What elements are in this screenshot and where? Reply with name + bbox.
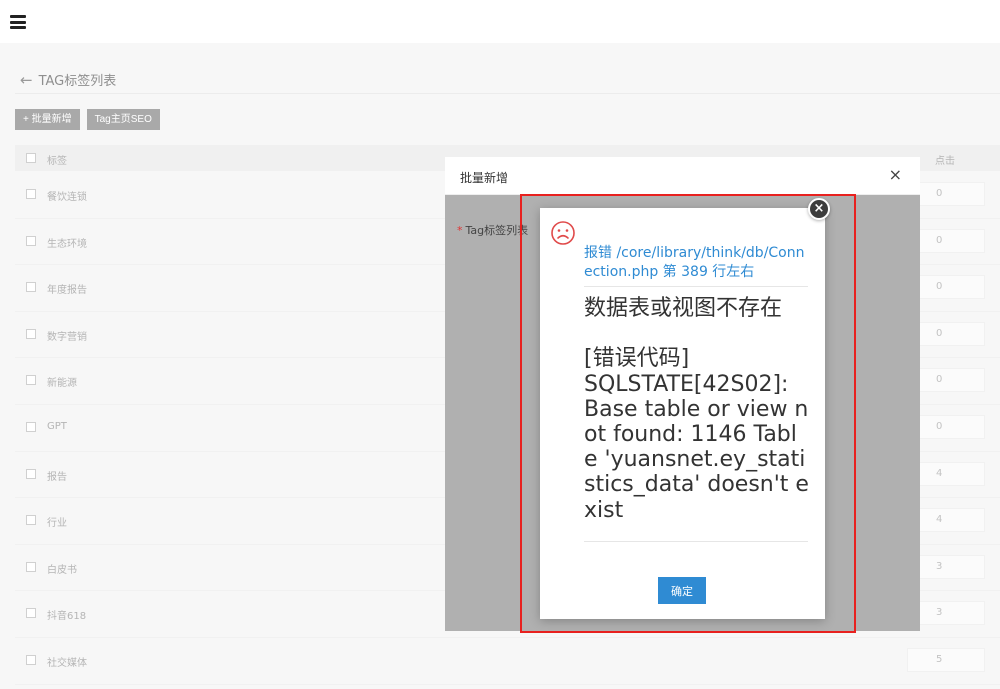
row-checkbox[interactable] — [26, 655, 36, 665]
tag-name: GPT — [47, 421, 67, 432]
error-location: 报错 /core/library/think/db/Connection.php… — [584, 245, 805, 280]
error-message: 数据表或视图不存在 [错误代码] SQLSTATE[42S02]: Base t… — [584, 296, 809, 523]
top-bar — [0, 0, 1000, 43]
sad-face-icon — [551, 221, 575, 245]
table-row: 社交媒体 5 — [15, 638, 1000, 685]
tag-name: 白皮书 — [47, 564, 77, 576]
row-checkbox[interactable] — [26, 561, 36, 572]
page-title: TAG标签列表 — [38, 74, 117, 89]
tag-name: 报告 — [47, 471, 67, 483]
dialog-header: 批量新增 — [445, 157, 920, 195]
row-checkbox[interactable] — [26, 235, 36, 246]
tag-name: 生态环境 — [47, 238, 87, 250]
tag-name: 年度报告 — [47, 285, 87, 297]
select-all-checkbox[interactable] — [26, 153, 36, 163]
column-header-clicks: 点击 — [935, 156, 955, 167]
tag-list-field-label: * Tag标签列表 — [457, 222, 528, 238]
hamburger-menu-icon[interactable] — [10, 15, 26, 29]
row-checkbox[interactable] — [26, 328, 36, 339]
row-checkbox[interactable] — [26, 282, 36, 293]
tag-name: 数字营销 — [47, 331, 87, 343]
row-checkbox[interactable] — [26, 468, 36, 479]
tag-name: 社交媒体 — [47, 658, 87, 669]
required-mark: * — [457, 224, 463, 237]
batch-add-button[interactable]: + 批量新增 — [15, 109, 80, 130]
row-checkbox[interactable] — [26, 375, 36, 386]
row-checkbox[interactable] — [26, 422, 36, 432]
tag-name: 抖音618 — [47, 611, 87, 623]
tag-name: 新能源 — [47, 378, 77, 390]
row-checkbox[interactable] — [26, 189, 36, 199]
page-header: ← TAG标签列表 — [20, 70, 117, 90]
clicks-input[interactable]: 5 — [907, 648, 985, 672]
toolbar: + 批量新增 Tag主页SEO — [15, 109, 160, 130]
tag-name: 行业 — [47, 518, 67, 530]
alert-divider-bottom — [584, 541, 808, 542]
row-checkbox[interactable] — [26, 515, 36, 526]
confirm-button[interactable]: 确定 — [658, 577, 706, 604]
tag-seo-button[interactable]: Tag主页SEO — [86, 109, 160, 130]
dialog-title: 批量新增 — [460, 171, 509, 185]
dialog-close-icon[interactable]: × — [889, 165, 902, 184]
field-label-text: Tag标签列表 — [465, 224, 529, 237]
alert-close-icon[interactable]: × — [808, 198, 830, 220]
arrow-left-icon[interactable]: ← — [20, 71, 33, 89]
error-alert: 报错 /core/library/think/db/Connection.php… — [540, 208, 825, 619]
row-checkbox[interactable] — [26, 608, 36, 619]
alert-divider-top — [584, 286, 808, 287]
tag-name: 餐饮连锁 — [47, 192, 87, 203]
column-header-tag: 标签 — [47, 156, 67, 167]
header-divider — [15, 93, 1000, 94]
